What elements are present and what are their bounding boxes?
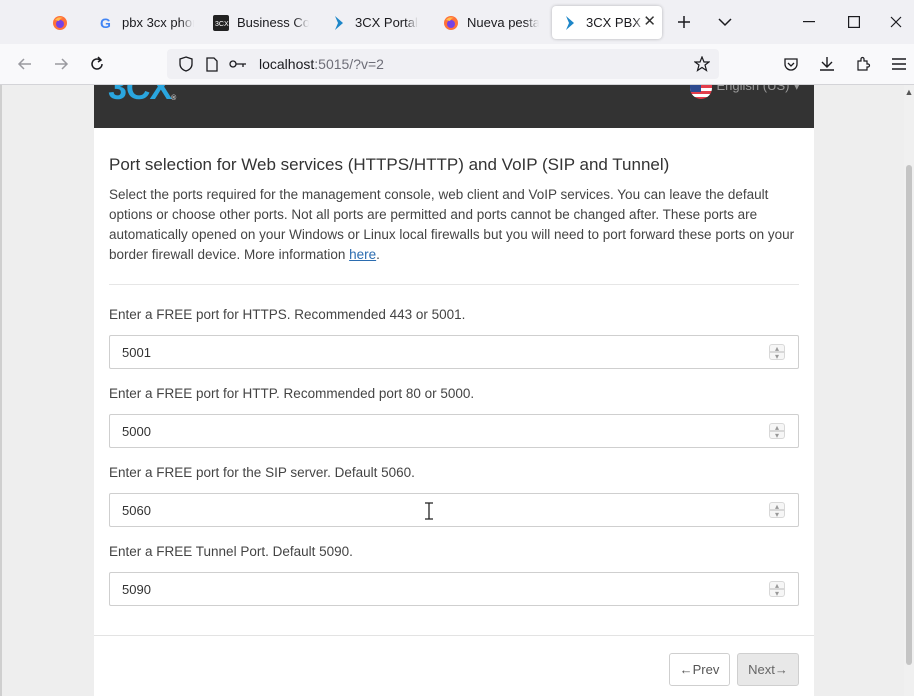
stepper-up-icon[interactable]: ▴ [769, 344, 785, 353]
https-port-stepper[interactable]: ▴ ▾ [768, 344, 786, 361]
sip-port-value: 5060 [122, 503, 151, 518]
stepper-down-icon[interactable]: ▾ [769, 431, 785, 440]
shield-icon[interactable] [175, 53, 197, 75]
sip-port-stepper[interactable]: ▴ ▾ [768, 502, 786, 519]
tab-label: pbx 3cx phone [122, 15, 194, 30]
tunnel-port-label: Enter a FREE Tunnel Port. Default 5090. [109, 544, 353, 559]
http-port-label: Enter a FREE port for HTTP. Recommended … [109, 386, 475, 401]
3cx-icon: 3CX [213, 14, 229, 31]
back-icon[interactable] [14, 53, 36, 75]
reload-icon[interactable] [86, 53, 108, 75]
http-port-stepper[interactable]: ▴ ▾ [768, 423, 786, 440]
https-port-value: 5001 [122, 345, 151, 360]
sip-port-input[interactable]: 5060 ▴ ▾ [109, 493, 799, 527]
maximize-icon[interactable] [831, 0, 877, 44]
bookmark-star-icon[interactable] [691, 53, 713, 75]
viewport-edge [0, 85, 2, 696]
description-text: Select the ports required for the manage… [109, 187, 795, 262]
scrollbar-thumb[interactable] [906, 165, 912, 665]
sip-port-label: Enter a FREE port for the SIP server. De… [109, 465, 415, 480]
stepper-up-icon[interactable]: ▴ [769, 423, 785, 432]
http-port-value: 5000 [122, 424, 151, 439]
tab-business-com[interactable]: 3CX Business Com [213, 6, 309, 39]
tunnel-port-value: 5090 [122, 582, 151, 597]
language-selector[interactable]: English (US) ▾ [689, 85, 800, 99]
downloads-icon[interactable] [816, 53, 838, 75]
http-port-input[interactable]: 5000 ▴ ▾ [109, 414, 799, 448]
scrollbar[interactable]: ▲ [904, 85, 914, 696]
google-icon: G [98, 15, 114, 31]
next-button[interactable]: Next→ [737, 653, 799, 686]
chevron-down-icon: ▾ [793, 85, 800, 93]
tunnel-port-stepper[interactable]: ▴ ▾ [768, 581, 786, 598]
tab-strip: G pbx 3cx phone 3CX Business Com 3CX Por… [0, 0, 914, 44]
us-flag-icon [689, 85, 712, 99]
tab-firefox-pinned[interactable] [52, 6, 76, 39]
new-tab-icon[interactable] [662, 0, 706, 44]
permissions-key-icon[interactable] [227, 53, 249, 75]
address-bar[interactable]: localhost:5015/?v=2 [167, 49, 719, 79]
more-info-link[interactable]: here [349, 247, 376, 262]
divider [109, 284, 799, 285]
scroll-up-icon[interactable]: ▲ [904, 87, 914, 97]
wizard-header: 3CX® English (US) ▾ [94, 85, 814, 128]
url-path: :5015/?v=2 [314, 56, 384, 72]
page-icon[interactable] [201, 53, 223, 75]
tab-3cx-portal[interactable]: 3CX Portal [331, 6, 427, 39]
page-viewport: 3CX® English (US) ▾ Port selection for W… [0, 85, 914, 696]
forward-icon[interactable] [50, 53, 72, 75]
text-cursor-icon [425, 502, 433, 520]
minimize-icon[interactable] [786, 0, 832, 44]
firefox-icon [52, 15, 68, 31]
navigation-toolbar: localhost:5015/?v=2 [0, 44, 914, 85]
page-title: Port selection for Web services (HTTPS/H… [109, 155, 670, 174]
menu-hamburger-icon[interactable] [888, 53, 910, 75]
footer-divider [94, 635, 814, 636]
firefox-icon [443, 15, 459, 31]
3cx-chevron-icon [562, 15, 578, 31]
tunnel-port-input[interactable]: 5090 ▴ ▾ [109, 572, 799, 606]
3cx-logo: 3CX® [108, 85, 176, 108]
pocket-icon[interactable] [780, 53, 802, 75]
url-host: localhost [259, 56, 315, 72]
prev-button[interactable]: ←Prev [669, 653, 730, 686]
https-port-label: Enter a FREE port for HTTPS. Recommended… [109, 307, 466, 322]
svg-text:G: G [100, 15, 111, 31]
list-all-tabs-icon[interactable] [702, 0, 748, 44]
tab-label: 3CX Portal [355, 15, 418, 30]
tab-google-search[interactable]: G pbx 3cx phone [98, 6, 194, 39]
wizard-card: Port selection for Web services (HTTPS/H… [94, 128, 814, 696]
url-text[interactable]: localhost:5015/?v=2 [259, 56, 384, 72]
page-description: Select the ports required for the manage… [109, 185, 804, 265]
close-window-icon[interactable] [877, 0, 914, 44]
svg-text:3CX: 3CX [215, 21, 229, 28]
stepper-down-icon[interactable]: ▾ [769, 510, 785, 519]
tab-3cx-pbx-active[interactable]: 3CX PBX W ✕ [552, 6, 662, 39]
3cx-chevron-icon [331, 15, 347, 31]
stepper-down-icon[interactable]: ▾ [769, 352, 785, 361]
tab-label: 3CX PBX W [586, 15, 646, 30]
stepper-down-icon[interactable]: ▾ [769, 589, 785, 598]
stepper-up-icon[interactable]: ▴ [769, 581, 785, 590]
https-port-input[interactable]: 5001 ▴ ▾ [109, 335, 799, 369]
extensions-icon[interactable] [852, 53, 874, 75]
tab-nueva-pestana[interactable]: Nueva pestaña [443, 6, 539, 39]
tab-label: Nueva pestaña [467, 15, 539, 30]
language-label: English (US) [716, 85, 790, 93]
logo-text: 3CX [108, 85, 172, 107]
close-tab-icon[interactable]: ✕ [643, 14, 656, 30]
description-end: . [376, 247, 380, 262]
stepper-up-icon[interactable]: ▴ [769, 502, 785, 511]
tab-label: Business Com [237, 15, 309, 30]
